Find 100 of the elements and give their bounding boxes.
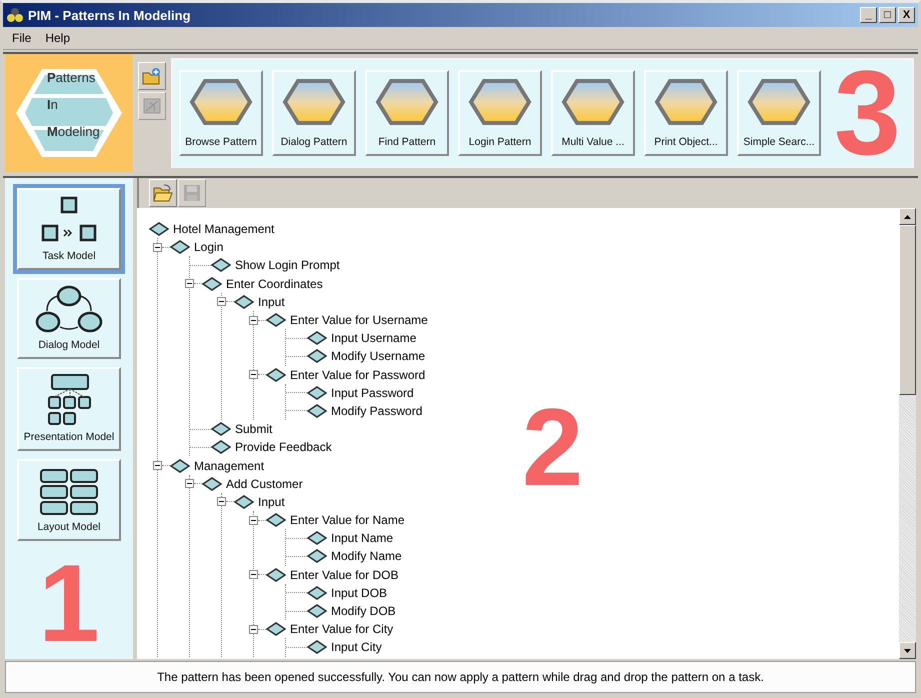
diamond-icon [307, 331, 327, 346]
model-button[interactable]: Layout Model [17, 459, 121, 542]
tree-node-label[interactable]: Enter Value for DOB [290, 568, 398, 582]
diamond-icon [170, 458, 190, 473]
collapse-toggle[interactable] [217, 297, 226, 306]
tree-node-label[interactable]: Submit [235, 422, 272, 436]
pattern-button[interactable]: Browse Pattern [179, 70, 263, 156]
diamond-icon [307, 604, 327, 618]
collapse-toggle[interactable] [185, 279, 194, 288]
tree-node-label[interactable]: Show Login Prompt [235, 258, 340, 272]
hexagon-icon [189, 78, 253, 126]
tree-node-label[interactable]: Input City [331, 640, 382, 654]
collapse-toggle[interactable] [153, 461, 162, 470]
diamond-icon [202, 476, 222, 491]
scroll-down-icon [904, 648, 911, 652]
tree-node-label[interactable]: Modify Name [331, 549, 402, 564]
pattern-button[interactable]: Dialog Pattern [272, 70, 356, 156]
hexagon-icon [747, 78, 811, 126]
tree-node-label[interactable]: Input Password [331, 386, 414, 400]
diamond-icon [307, 386, 327, 400]
app-logo-icon [6, 7, 24, 23]
tree-node-label[interactable]: Input [258, 494, 285, 509]
model-button[interactable]: Presentation Model [17, 367, 121, 452]
model-button[interactable]: Dialog Model [17, 278, 121, 360]
logo-text: Modeling [47, 123, 100, 140]
diamond-icon [307, 349, 327, 364]
pattern-button[interactable]: Login Pattern [458, 70, 542, 156]
pattern-button[interactable]: Simple Searc... [737, 70, 821, 156]
diamond-icon [266, 368, 286, 382]
toolbar-button[interactable] [149, 179, 177, 207]
hexagon-icon [654, 78, 718, 126]
tree-node-label[interactable]: Input Username [331, 331, 416, 346]
tree-node-label[interactable]: Management [194, 458, 264, 473]
tree-node-label[interactable]: Input [258, 294, 285, 309]
annotation-number: 2 [522, 393, 584, 503]
menu-item[interactable]: Help [40, 29, 76, 47]
hexagon-icon [282, 78, 346, 126]
tree-node-label[interactable]: Modify Password [331, 404, 422, 418]
tree-node-label[interactable]: Enter Value for City [290, 622, 394, 636]
diamond-icon [307, 404, 327, 418]
status-bar: The pattern has been opened successfully. You can now apply a pattern while drag and drop the pattern on a task. [5, 661, 916, 693]
window-control-button[interactable]: _ [860, 7, 877, 23]
tree-node-label[interactable]: Add Customer [226, 476, 303, 491]
window-title: PIM - Patterns In Modeling [28, 8, 192, 22]
collapse-toggle[interactable] [249, 624, 258, 634]
diamond-icon [170, 240, 190, 254]
diamond-icon [211, 258, 231, 272]
window-control-button[interactable]: X [898, 7, 915, 23]
tree-node-label[interactable]: Modify DOB [331, 604, 396, 618]
tree-node-label[interactable]: Input Name [331, 531, 394, 546]
collapse-toggle[interactable] [249, 570, 258, 580]
open-folder-icon [153, 184, 173, 202]
annotation-number: 1 [38, 549, 100, 659]
menu-item[interactable]: File [7, 29, 36, 47]
layout-model-icon [37, 467, 101, 518]
collapse-toggle[interactable] [185, 479, 194, 488]
diamond-icon [307, 549, 327, 564]
tree-node-label[interactable]: Modify Username [331, 349, 426, 364]
tree-node-label[interactable]: Enter Value for Password [290, 368, 426, 382]
annotation-number: 3 [834, 53, 901, 173]
diamond-icon [149, 222, 169, 236]
collapse-toggle[interactable] [217, 497, 226, 506]
diamond-icon [211, 422, 231, 436]
hexagon-icon [561, 78, 625, 126]
diamond-icon [234, 494, 254, 509]
vertical-scrollbar[interactable] [899, 208, 916, 659]
diamond-icon [211, 440, 231, 454]
diamond-icon [234, 294, 254, 309]
diamond-icon [307, 531, 327, 546]
toolbar-button[interactable] [138, 62, 166, 90]
logo-text: Patterns [47, 69, 96, 86]
hexagon-icon [468, 78, 532, 126]
tree-node-label[interactable]: Input DOB [331, 586, 388, 600]
collapse-toggle[interactable] [153, 242, 162, 252]
remove-pattern-icon [142, 97, 162, 115]
collapse-toggle[interactable] [249, 370, 258, 380]
tree-node-label[interactable]: Login [194, 240, 224, 254]
collapse-toggle[interactable] [249, 316, 258, 325]
window-control-button[interactable]: □ [879, 7, 896, 23]
tree-node-label[interactable]: Enter Value for Username [290, 313, 428, 328]
collapse-toggle[interactable] [249, 516, 258, 525]
diamond-icon [307, 640, 327, 654]
pattern-button[interactable]: Print Object... [644, 70, 728, 156]
folder-add-icon [142, 67, 162, 85]
diamond-icon [266, 513, 286, 528]
tree-node-label[interactable]: Enter Value for Name [290, 513, 404, 528]
save-icon [183, 184, 201, 202]
tree-node-label[interactable]: Enter Coordinates [226, 276, 323, 291]
diamond-icon [266, 568, 286, 582]
scroll-up-icon [904, 214, 911, 218]
tree-node-label[interactable]: Hotel Management [173, 222, 274, 236]
pattern-button[interactable]: Find Pattern [365, 70, 449, 156]
diamond-icon [266, 622, 286, 636]
logo-text: In [47, 96, 59, 113]
diamond-icon [266, 313, 286, 328]
pattern-button[interactable]: Multi Value ... [551, 70, 635, 156]
diamond-icon [307, 586, 327, 600]
hexagon-icon [375, 78, 439, 126]
diamond-icon [202, 276, 222, 291]
tree-node-label[interactable]: Provide Feedback [235, 440, 332, 454]
